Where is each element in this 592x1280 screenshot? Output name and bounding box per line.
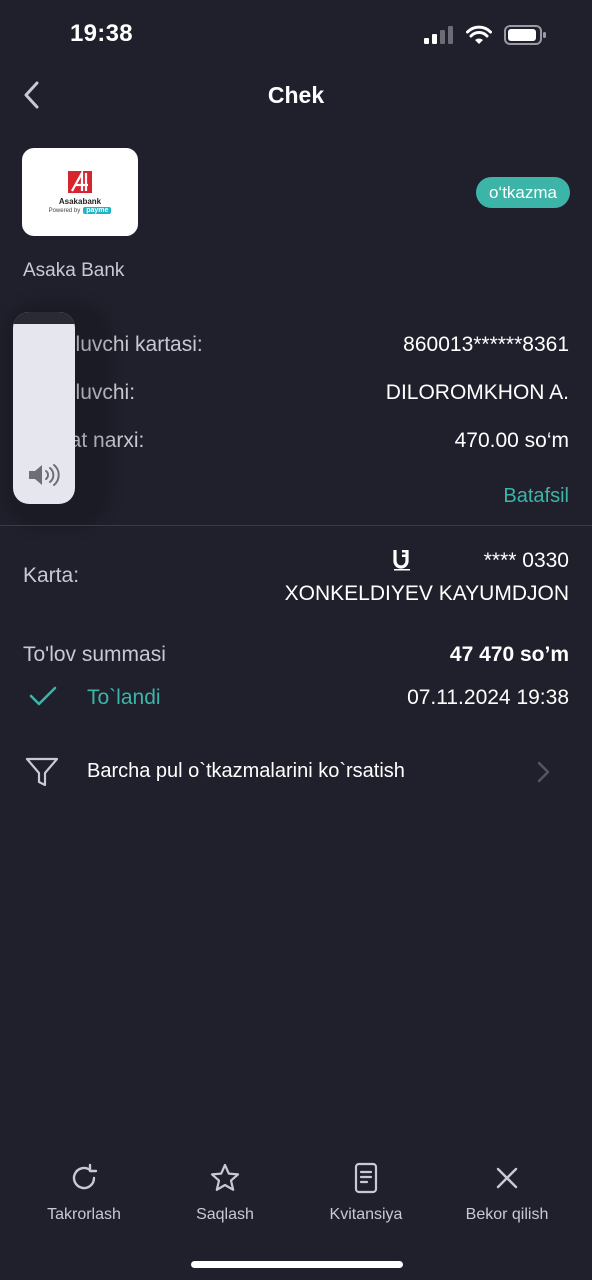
receipt-button[interactable]: Kvitansiya [306, 1160, 426, 1224]
star-icon [210, 1163, 240, 1191]
battery-icon [504, 25, 546, 45]
save-label: Saqlash [196, 1206, 254, 1223]
receipt-label: Kvitansiya [329, 1206, 403, 1223]
transaction-type-badge: o‘tkazma [475, 177, 570, 208]
page-title: Chek [267, 82, 325, 108]
payment-datetime: 07.11.2024 19:38 [407, 686, 569, 709]
card-holder: XONKELDIYEV KAYUMDJON [284, 582, 569, 605]
volume-level-track [13, 312, 75, 324]
close-icon [496, 1167, 518, 1189]
bank-name: Asaka Bank [23, 260, 125, 281]
receipt-icon [354, 1162, 378, 1194]
section-divider [0, 525, 592, 526]
card-number: **** 0330 [483, 549, 569, 572]
sender-value: DILOROMKHON A. [385, 381, 569, 404]
chevron-right-icon [537, 761, 550, 783]
asakabank-logo-icon [68, 170, 92, 193]
bank-logo: Asakabank Powered by payme [22, 148, 138, 236]
cellular-signal-icon [424, 26, 453, 44]
status-icons [424, 24, 548, 46]
status-time: 19:38 [70, 20, 133, 47]
payment-status: To`landi [87, 686, 161, 709]
home-indicator[interactable] [191, 1261, 403, 1268]
fee-value: 470.00 so‘m [454, 429, 569, 452]
repeat-label: Takrorlash [47, 1206, 121, 1223]
card-label: Karta: [23, 564, 80, 587]
payme-logo: payme [83, 207, 112, 214]
cancel-label: Bekor qilish [465, 1206, 549, 1223]
repeat-icon [72, 1163, 98, 1190]
wifi-icon [466, 25, 492, 44]
repeat-button[interactable]: Takrorlash [24, 1160, 144, 1224]
logo-name: Asakabank [58, 197, 102, 206]
sender-card-value: 860013******8361 [403, 333, 569, 356]
uzcard-logo-icon [393, 550, 410, 571]
filter-icon [25, 757, 59, 787]
show-all-transfers-label: Barcha pul o`tkazmalarini ko`rsatish [87, 760, 405, 782]
payment-amount-value: 47 470 so’m [449, 643, 569, 666]
logo-powered-text: Powered by [48, 207, 81, 214]
details-link[interactable]: Batafsil [503, 485, 569, 508]
cancel-button[interactable]: Bekor qilish [447, 1160, 567, 1224]
payment-amount-label: To'lov summasi [23, 643, 166, 666]
logo-powered-by: Powered by payme [49, 207, 112, 214]
volume-hud[interactable] [13, 312, 75, 504]
checkmark-icon [29, 686, 57, 706]
save-button[interactable]: Saqlash [165, 1160, 285, 1224]
speaker-icon [29, 464, 60, 486]
